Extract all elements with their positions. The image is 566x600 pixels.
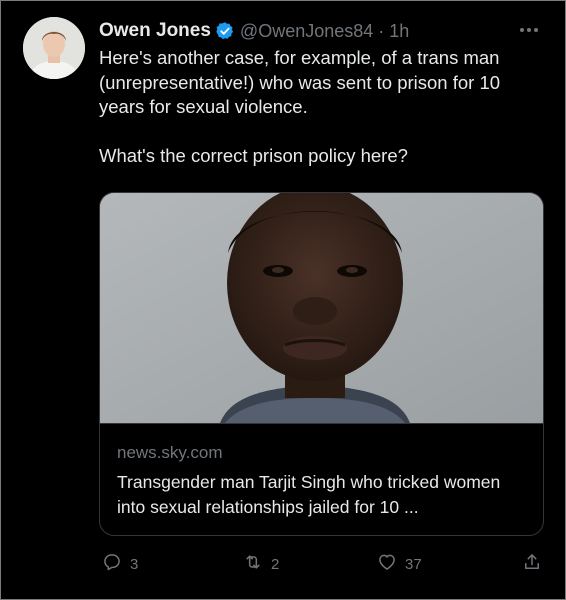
more-dot	[520, 28, 524, 32]
author-handle[interactable]: @OwenJones84	[240, 21, 373, 42]
share-icon	[522, 552, 542, 576]
reply-count: 3	[130, 555, 139, 573]
tweet-actions: 3 2 37	[0, 552, 566, 576]
card-image[interactable]	[100, 193, 543, 423]
card-title[interactable]: Transgender man Tarjit Singh who tricked…	[117, 470, 527, 519]
reply-button[interactable]: 3	[102, 552, 138, 576]
author-avatar[interactable]	[23, 17, 85, 79]
verified-badge-icon	[215, 21, 235, 41]
avatar-image	[23, 17, 85, 79]
tweet-timestamp[interactable]: 1h	[389, 21, 409, 42]
card-divider	[100, 423, 543, 424]
tweet-text-paragraph: Here's another case, for example, of a t…	[99, 47, 501, 117]
retweet-button[interactable]: 2	[243, 552, 279, 576]
mugshot-photo	[100, 193, 543, 423]
tweet-header: Owen Jones @OwenJones84 · 1h	[99, 19, 409, 43]
more-icon[interactable]	[520, 22, 546, 38]
more-dot	[534, 28, 538, 32]
more-dot	[527, 28, 531, 32]
author-name[interactable]: Owen Jones	[99, 20, 211, 42]
retweet-icon	[243, 552, 263, 576]
share-button[interactable]	[522, 552, 542, 576]
like-count: 37	[405, 555, 422, 573]
tweet-text: Here's another case, for example, of a t…	[99, 46, 539, 168]
separator-dot: ·	[378, 20, 385, 41]
like-button[interactable]: 37	[377, 552, 422, 576]
heart-icon	[377, 552, 397, 576]
retweet-count: 2	[271, 555, 280, 573]
card-domain: news.sky.com	[117, 443, 223, 462]
tweet-text-paragraph: What's the correct prison policy here?	[99, 144, 408, 166]
reply-icon	[102, 552, 122, 576]
link-preview-card[interactable]: news.sky.com Transgender man Tarjit Sing…	[99, 192, 544, 536]
